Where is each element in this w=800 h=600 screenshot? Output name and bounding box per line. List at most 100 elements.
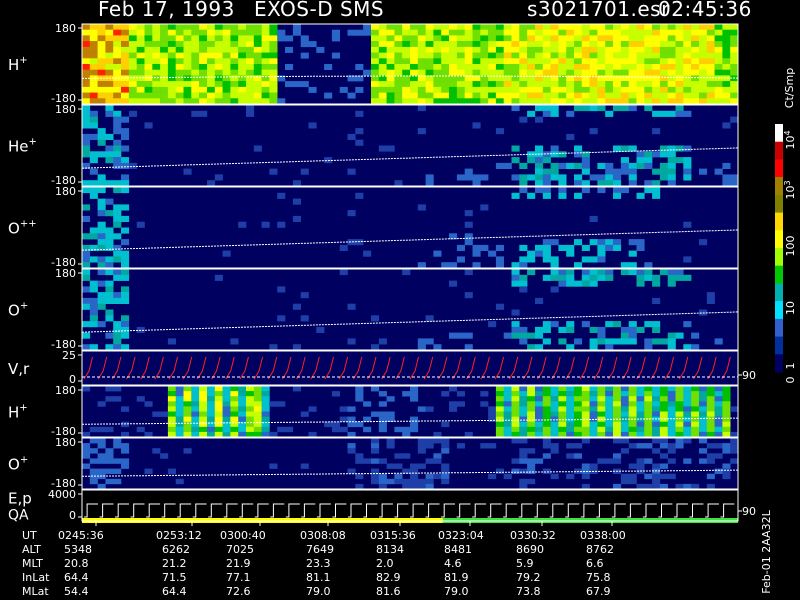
spectrogram-cell [292,386,301,392]
spectrogram-cell [636,86,645,93]
spectrogram-cell [605,41,614,48]
spectrogram-cell [230,391,239,397]
spectrogram-cell [613,411,622,417]
spectrogram-cell [652,180,661,187]
spectrogram-cell [652,338,661,345]
spectrogram-cell [113,110,122,117]
spectrogram-cell [449,86,458,93]
spectrogram-cell [207,81,216,88]
spectrogram-cell [246,391,255,397]
spectrogram-cell [550,145,559,152]
spectrogram-cell [82,233,91,240]
spectrogram-cell [535,29,544,36]
spectrogram-cell [628,326,637,333]
spectrogram-cell [425,180,434,187]
spectrogram-cell [699,401,708,407]
spectrogram-cell [667,431,676,438]
spectrogram-cell [300,315,309,322]
panel-p8: E,pQA40000 90 [8,488,756,524]
spectrogram-cell [128,75,137,82]
spectrogram-cell [386,41,395,48]
spectrogram-cell [339,244,348,251]
spectrogram-cell [253,145,262,152]
spectrogram-cell [207,411,216,417]
spectrogram-cell [722,386,731,392]
spectrogram-cell [449,64,458,70]
spectrogram-cell [113,86,122,93]
spectrogram-cell [238,431,247,438]
spectrogram-cell [644,431,653,438]
ephemeris-row-name: MLT [22,557,43,570]
spectrogram-cell [378,24,387,30]
spectrogram-cell [97,198,106,205]
spectrogram-cell [495,35,504,42]
spectrogram-cell [269,168,278,175]
spectrogram-cell [706,401,715,407]
spectrogram-cell [542,274,551,281]
spectrogram-cell [535,98,544,105]
spectrogram-cell [566,133,575,140]
spectrogram-cell [449,24,458,30]
spectrogram-cell [527,29,536,36]
panel-label: H+ [8,55,28,74]
spectrogram-cell [97,151,106,158]
spectrogram-cell [550,105,559,112]
spectrogram-cell [167,29,176,36]
colorbar-swatch [775,141,783,160]
ephemeris-cell: 73.8 [516,585,541,598]
spectrogram-cell [105,396,114,402]
spectrogram-cell [495,46,504,53]
spectrogram-cell [269,98,278,105]
spectrogram-cell [394,58,403,65]
spectrogram-cell [527,386,536,392]
spectrogram-cell [214,98,223,105]
spectrogram-cell [589,92,598,99]
spectrogram-cell [519,438,528,444]
spectrogram-cell [597,386,606,392]
spectrogram-cell [636,24,645,30]
spectrogram-cell [581,463,590,469]
spectrogram-cell [581,168,590,175]
spectrogram-cell [691,98,700,105]
spectrogram-cell [542,69,551,76]
colorbar-swatch [775,194,783,214]
spectrogram-cell [691,41,700,48]
spectrogram-cell [246,24,255,30]
spectrogram-cell [542,406,551,412]
spectrogram-cell [511,321,520,328]
spectrogram-cell [230,338,239,345]
spectrogram-cell [628,321,637,328]
spectrogram-cell [636,274,645,281]
spectrogram-cell [89,46,98,53]
spectrogram-cell [253,98,262,105]
spectrogram-cell [386,75,395,82]
spectrogram-cell [730,458,739,464]
spectrogram-cell [613,98,622,105]
spectrogram-cell [121,116,130,123]
spectrogram-cell [628,69,637,76]
spectrogram-cell [214,401,223,407]
spectrogram-cell [613,421,622,428]
spectrogram-cell [89,110,98,117]
spectrogram-cell [394,29,403,36]
spectrogram-cell [558,69,567,76]
spectrogram-cell [417,344,426,351]
spectrogram-cell [589,269,598,276]
spectrogram-cell [136,86,145,93]
spectrogram-cell [472,29,481,36]
spectrogram-cell [230,406,239,412]
colorbar-exp: 3 [783,180,792,185]
spectrogram-cell [667,458,676,464]
spectrogram-cell [425,69,434,76]
spectrogram-cell [89,303,98,310]
spectrogram-cell [261,35,270,42]
spectrogram-cell [371,473,380,480]
ephemeris-cell: 21.2 [162,557,187,570]
spectrogram-cell [628,338,637,345]
spectrogram-cell [121,162,130,169]
spectrogram-cell [402,453,411,459]
spectrogram-cell [550,269,559,276]
spectrogram-cell [371,64,380,70]
spectrogram-cell [675,411,684,417]
spectrogram-cell [207,98,216,105]
